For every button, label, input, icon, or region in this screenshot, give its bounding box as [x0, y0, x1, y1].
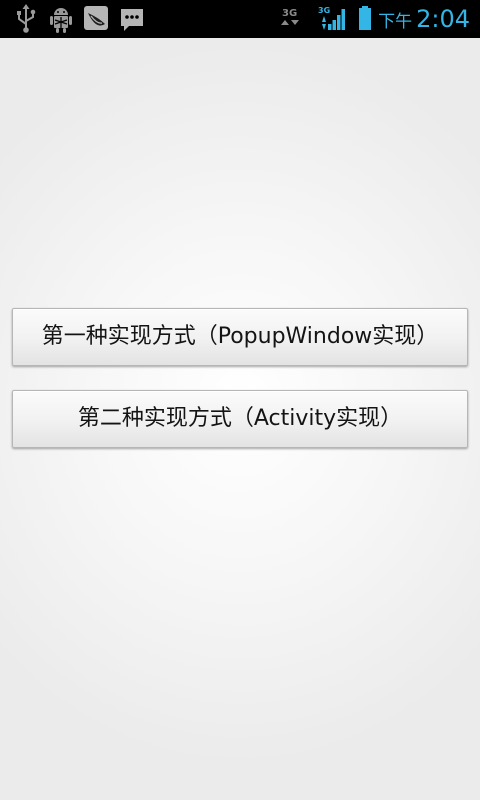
android-debug-icon [47, 0, 75, 38]
main-content: 第一种实现方式（PopupWindow实现） 第二种实现方式（Activity实… [0, 38, 480, 800]
status-bar: 3G 3G 下午 2:04 [0, 0, 480, 38]
app-notification-icon [83, 0, 109, 38]
activity-button[interactable]: 第二种实现方式（Activity实现） [12, 390, 468, 448]
svg-text:3G: 3G [318, 6, 330, 15]
3g-data-icon: 3G [278, 0, 302, 38]
status-clock: 2:04 [416, 5, 470, 33]
usb-icon [12, 0, 40, 38]
status-ampm: 下午 [378, 12, 413, 32]
signal-icon: 3G [316, 0, 348, 38]
popupwindow-button[interactable]: 第一种实现方式（PopupWindow实现） [12, 308, 468, 366]
status-time: 下午 2:04 [378, 4, 470, 34]
message-icon [119, 0, 145, 38]
battery-icon [356, 0, 374, 38]
3g-label: 3G [282, 8, 297, 19]
